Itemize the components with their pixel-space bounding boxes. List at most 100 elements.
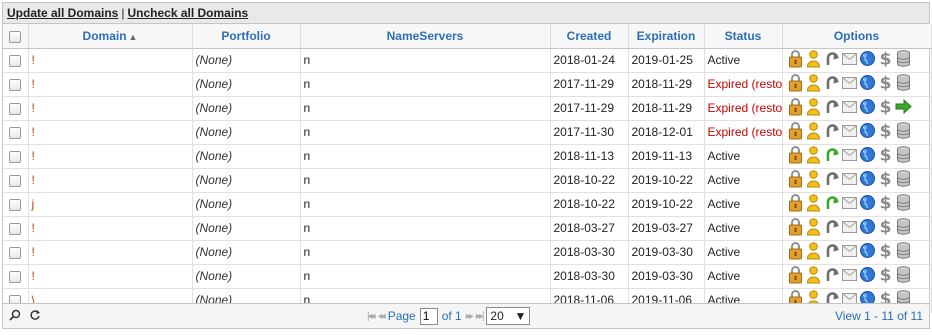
- table-row[interactable]: ! (None) n 2017-11-29 2018-11-29 Expired (res…: [3, 72, 932, 97]
- page-number-input[interactable]: [419, 307, 438, 325]
- database-icon[interactable]: [895, 169, 912, 191]
- domain-cell[interactable]: !: [28, 168, 193, 193]
- globe-icon[interactable]: [859, 97, 876, 119]
- mail-icon[interactable]: [841, 169, 858, 191]
- domain-cell[interactable]: !: [28, 120, 193, 145]
- row-checkbox[interactable]: [9, 102, 22, 115]
- globe-icon[interactable]: [859, 265, 876, 287]
- user-icon[interactable]: [805, 73, 822, 95]
- dollar-icon[interactable]: $: [877, 145, 894, 167]
- table-row[interactable]: ! (None) n 2018-03-30 2019-03-30 Active $: [3, 240, 932, 265]
- database-icon[interactable]: [895, 241, 912, 263]
- mail-icon[interactable]: [841, 49, 858, 71]
- dollar-icon[interactable]: $: [877, 73, 894, 95]
- renew-icon[interactable]: [823, 121, 840, 143]
- dollar-icon[interactable]: $: [877, 121, 894, 143]
- renew-icon[interactable]: [823, 97, 840, 119]
- next-page-icon[interactable]: ▸▸: [466, 311, 474, 322]
- select-all-checkbox[interactable]: [9, 30, 22, 43]
- page-size-select[interactable]: 20 ▼: [486, 307, 531, 325]
- domain-cell[interactable]: !: [28, 264, 193, 289]
- refresh-icon[interactable]: [29, 309, 41, 324]
- column-header-status[interactable]: Status: [704, 24, 783, 49]
- domain-cell[interactable]: !: [28, 48, 193, 73]
- lock-icon[interactable]: [787, 241, 804, 263]
- dollar-icon[interactable]: $: [877, 49, 894, 71]
- mail-icon[interactable]: [841, 97, 858, 119]
- lock-icon[interactable]: [787, 145, 804, 167]
- last-page-icon[interactable]: ▸▸|: [476, 311, 485, 322]
- database-icon[interactable]: [895, 121, 912, 143]
- lock-icon[interactable]: [787, 97, 804, 119]
- domain-cell[interactable]: !: [28, 72, 193, 97]
- database-icon[interactable]: [895, 265, 912, 287]
- column-header-created[interactable]: Created: [550, 24, 629, 49]
- mail-icon[interactable]: [841, 193, 858, 215]
- first-page-icon[interactable]: |◂◂: [367, 311, 376, 322]
- database-icon[interactable]: [895, 193, 912, 215]
- table-row[interactable]: ! (None) n 2018-03-27 2019-03-27 Active $: [3, 216, 932, 241]
- row-checkbox[interactable]: [9, 174, 22, 187]
- mail-icon[interactable]: [841, 265, 858, 287]
- renew-icon[interactable]: [823, 169, 840, 191]
- prev-page-icon[interactable]: ◂◂: [378, 311, 386, 322]
- database-icon[interactable]: [895, 49, 912, 71]
- row-checkbox[interactable]: [9, 150, 22, 163]
- mail-icon[interactable]: [841, 73, 858, 95]
- user-icon[interactable]: [805, 169, 822, 191]
- lock-icon[interactable]: [787, 73, 804, 95]
- globe-icon[interactable]: [859, 145, 876, 167]
- globe-icon[interactable]: [859, 73, 876, 95]
- dollar-icon[interactable]: $: [877, 193, 894, 215]
- dollar-icon[interactable]: $: [877, 169, 894, 191]
- row-checkbox[interactable]: [9, 198, 22, 211]
- database-icon[interactable]: [895, 145, 912, 167]
- table-row[interactable]: ! (None) n 2018-11-13 2019-11-13 Active $: [3, 144, 932, 169]
- domain-cell[interactable]: !: [28, 216, 193, 241]
- renew-icon[interactable]: [823, 265, 840, 287]
- mail-icon[interactable]: [841, 217, 858, 239]
- row-checkbox[interactable]: [9, 222, 22, 235]
- lock-icon[interactable]: [787, 193, 804, 215]
- user-icon[interactable]: [805, 217, 822, 239]
- renew-icon[interactable]: [823, 217, 840, 239]
- column-header-domain[interactable]: Domain ▲: [28, 24, 193, 49]
- dollar-icon[interactable]: $: [877, 217, 894, 239]
- table-row[interactable]: ! (None) n 2018-01-24 2019-01-25 Active $: [3, 48, 932, 73]
- lock-icon[interactable]: [787, 121, 804, 143]
- table-row[interactable]: j (None) n 2018-10-22 2019-10-22 Active $: [3, 192, 932, 217]
- renew-icon[interactable]: [823, 241, 840, 263]
- dollar-icon[interactable]: $: [877, 265, 894, 287]
- mail-icon[interactable]: [841, 145, 858, 167]
- update-all-domains-link[interactable]: Update all Domains: [7, 6, 118, 20]
- dollar-icon[interactable]: $: [877, 97, 894, 119]
- renew-icon[interactable]: [823, 193, 840, 215]
- column-header-nameservers[interactable]: NameServers: [300, 24, 551, 49]
- row-checkbox[interactable]: [9, 246, 22, 259]
- dollar-icon[interactable]: $: [877, 241, 894, 263]
- globe-icon[interactable]: [859, 241, 876, 263]
- globe-icon[interactable]: [859, 169, 876, 191]
- domain-cell[interactable]: j: [28, 192, 193, 217]
- table-row[interactable]: ! (None) n 2018-03-30 2019-03-30 Active $: [3, 264, 932, 289]
- user-icon[interactable]: [805, 97, 822, 119]
- globe-icon[interactable]: [859, 121, 876, 143]
- domain-cell[interactable]: !: [28, 144, 193, 169]
- lock-icon[interactable]: [787, 169, 804, 191]
- table-row[interactable]: ! (None) n 2018-10-22 2019-10-22 Active $: [3, 168, 932, 193]
- renew-icon[interactable]: [823, 73, 840, 95]
- search-icon[interactable]: [9, 309, 21, 324]
- mail-icon[interactable]: [841, 241, 858, 263]
- database-icon[interactable]: [895, 217, 912, 239]
- column-header-portfolio[interactable]: Portfolio: [192, 24, 301, 49]
- database-icon[interactable]: [895, 73, 912, 95]
- row-checkbox[interactable]: [9, 126, 22, 139]
- user-icon[interactable]: [805, 193, 822, 215]
- user-icon[interactable]: [805, 241, 822, 263]
- table-row[interactable]: ! (None) n 2017-11-29 2018-11-29 Expired (res…: [3, 96, 932, 121]
- table-row[interactable]: ! (None) n 2017-11-30 2018-12-01 Expired (res…: [3, 120, 932, 145]
- row-checkbox[interactable]: [9, 270, 22, 283]
- domain-cell[interactable]: !: [28, 240, 193, 265]
- renew-icon[interactable]: [823, 49, 840, 71]
- lock-icon[interactable]: [787, 217, 804, 239]
